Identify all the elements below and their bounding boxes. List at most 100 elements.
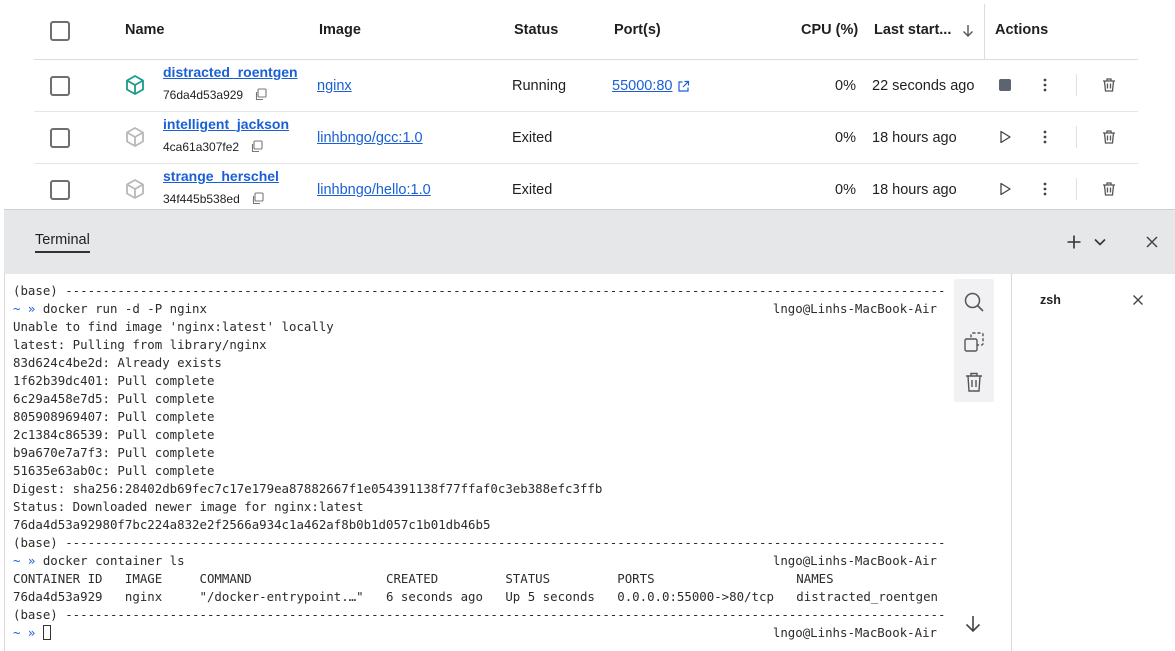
table-row[interactable]: intelligent_jackson 4ca61a307fe2 linhbng… (34, 112, 1138, 164)
header-actions: Actions (995, 22, 1049, 38)
chevron-down-icon[interactable] (1092, 234, 1108, 250)
header-last-started[interactable]: Last start... (874, 22, 951, 38)
kebab-menu-icon[interactable] (1037, 181, 1053, 197)
session-item-zsh[interactable]: zsh (1040, 293, 1061, 307)
header-name[interactable]: Name (125, 22, 165, 38)
play-icon[interactable] (997, 129, 1013, 145)
status-text: Running (512, 78, 567, 94)
terminal-line: (base) ---------------------------------… (13, 534, 945, 552)
container-id: 4ca61a307fe2 (163, 140, 240, 154)
terminal-text: (base) ---------------------------------… (13, 607, 945, 622)
terminal-text: 1f62b39dc401: Pull complete (13, 373, 215, 388)
delete-trash-icon[interactable] (1101, 129, 1117, 145)
image-link[interactable]: nginx (317, 78, 352, 94)
terminal-text: 51635e63ab0c: Pull complete (13, 463, 215, 478)
container-name-link[interactable]: distracted_roentgen (163, 64, 298, 80)
terminal-line: ~ » docker run -d -P nginx lngo@Linhs-Mac… (13, 300, 945, 318)
scroll-to-bottom-arrow-icon[interactable] (963, 614, 983, 634)
action-divider (1076, 178, 1077, 200)
status-text: Exited (512, 182, 553, 198)
sort-arrow-down-icon[interactable] (962, 24, 974, 38)
terminal-host: lngo@Linhs-MacBook-Air (772, 625, 937, 640)
port-link[interactable]: 55000:80 (612, 78, 672, 94)
clear-trash-icon[interactable] (963, 371, 985, 393)
terminal-text: (base) ---------------------------------… (13, 283, 945, 298)
external-link-icon[interactable] (677, 80, 690, 93)
last-started-value: 18 hours ago (872, 130, 957, 146)
terminal-line: b9a670e7a7f3: Pull complete (13, 444, 945, 462)
terminal-line: Digest: sha256:28402db69fec7c17e179ea878… (13, 480, 945, 498)
header-cpu[interactable]: CPU (%) (801, 22, 858, 38)
container-stopped-cube-icon (126, 179, 144, 199)
action-divider (1076, 74, 1077, 96)
copy-id-icon[interactable] (254, 88, 267, 101)
close-session-icon[interactable] (1132, 294, 1144, 306)
terminal-text: 6c29a458e7d5: Pull complete (13, 391, 215, 406)
play-icon[interactable] (997, 181, 1013, 197)
header-divider (984, 4, 985, 60)
terminal-line: 1f62b39dc401: Pull complete (13, 372, 945, 390)
terminal-line: (base) ---------------------------------… (13, 606, 945, 624)
terminal-line: 805908969407: Pull complete (13, 408, 945, 426)
prompt-symbol: ~ » (13, 625, 36, 640)
header-image[interactable]: Image (319, 22, 361, 38)
prompt-symbol: ~ » (13, 301, 36, 316)
terminal-line: Status: Downloaded newer image for nginx… (13, 498, 945, 516)
terminal-output[interactable]: (base) ---------------------------------… (4, 274, 1012, 651)
container-name-link[interactable]: intelligent_jackson (163, 116, 289, 132)
row-checkbox[interactable] (50, 180, 70, 200)
containers-table: Name Image Status Port(s) CPU (%) Last s… (34, 0, 1138, 210)
action-divider (1076, 126, 1077, 148)
terminal-header: Terminal (4, 209, 1175, 274)
stop-icon[interactable] (997, 77, 1013, 93)
row-checkbox[interactable] (50, 128, 70, 148)
table-row[interactable]: distracted_roentgen 76da4d53a929 nginx R… (34, 60, 1138, 112)
terminal-line: 6c29a458e7d5: Pull complete (13, 390, 945, 408)
terminal-line: (base) ---------------------------------… (13, 282, 945, 300)
tab-terminal[interactable]: Terminal (35, 232, 90, 253)
terminal-text: 76da4d53a929 nginx "/docker-entrypoint.…… (13, 589, 939, 604)
container-running-cube-icon (126, 75, 144, 95)
terminal-text: Unable to find image 'nginx:latest' loca… (13, 319, 334, 334)
cpu-value: 0% (835, 130, 856, 146)
delete-trash-icon[interactable] (1101, 181, 1117, 197)
image-link[interactable]: linhbngo/gcc:1.0 (317, 130, 423, 146)
terminal-line: 2c1384c86539: Pull complete (13, 426, 945, 444)
header-ports[interactable]: Port(s) (614, 22, 661, 38)
terminal-line: 83d624c4be2d: Already exists (13, 354, 945, 372)
image-link[interactable]: linhbngo/hello:1.0 (317, 182, 431, 198)
terminal-line: ~ » docker container ls lngo@Linhs-MacBoo… (13, 552, 945, 570)
terminal-text: CONTAINER ID IMAGE COMMAND CREATED STATU… (13, 571, 834, 586)
terminal-host: lngo@Linhs-MacBook-Air (772, 553, 937, 568)
terminal-line: ~ » lngo@Linhs-MacBook-Air (13, 624, 945, 642)
add-terminal-plus-icon[interactable] (1066, 234, 1082, 250)
header-status[interactable]: Status (514, 22, 558, 38)
terminal-text: latest: Pulling from library/nginx (13, 337, 267, 352)
copy-id-icon[interactable] (251, 192, 264, 205)
row-checkbox[interactable] (50, 76, 70, 96)
copy-output-icon[interactable] (963, 331, 985, 353)
terminal-text: 83d624c4be2d: Already exists (13, 355, 222, 370)
status-text: Exited (512, 130, 553, 146)
delete-trash-icon[interactable] (1101, 77, 1117, 93)
terminal-host: lngo@Linhs-MacBook-Air (772, 301, 937, 316)
terminal-command: ~ » (13, 625, 43, 640)
search-icon[interactable] (963, 291, 985, 313)
terminal-sessions-panel: zsh (1013, 274, 1175, 651)
terminal-line: latest: Pulling from library/nginx (13, 336, 945, 354)
terminal-command: ~ » docker container ls (13, 553, 185, 568)
cpu-value: 0% (835, 182, 856, 198)
terminal-cursor (42, 625, 51, 640)
select-all-checkbox[interactable] (50, 21, 70, 41)
kebab-menu-icon[interactable] (1037, 129, 1053, 145)
kebab-menu-icon[interactable] (1037, 77, 1053, 93)
terminal-text: 2c1384c86539: Pull complete (13, 427, 215, 442)
container-name-link[interactable]: strange_herschel (163, 168, 279, 184)
terminal-text: Digest: sha256:28402db69fec7c17e179ea878… (13, 481, 603, 496)
copy-id-icon[interactable] (250, 140, 263, 153)
terminal-line: 76da4d53a929 nginx "/docker-entrypoint.…… (13, 588, 945, 606)
close-terminal-icon[interactable] (1144, 234, 1160, 250)
terminal-text: Status: Downloaded newer image for nginx… (13, 499, 364, 514)
table-header: Name Image Status Port(s) CPU (%) Last s… (34, 0, 1138, 60)
terminal-lines: (base) ---------------------------------… (13, 282, 945, 642)
